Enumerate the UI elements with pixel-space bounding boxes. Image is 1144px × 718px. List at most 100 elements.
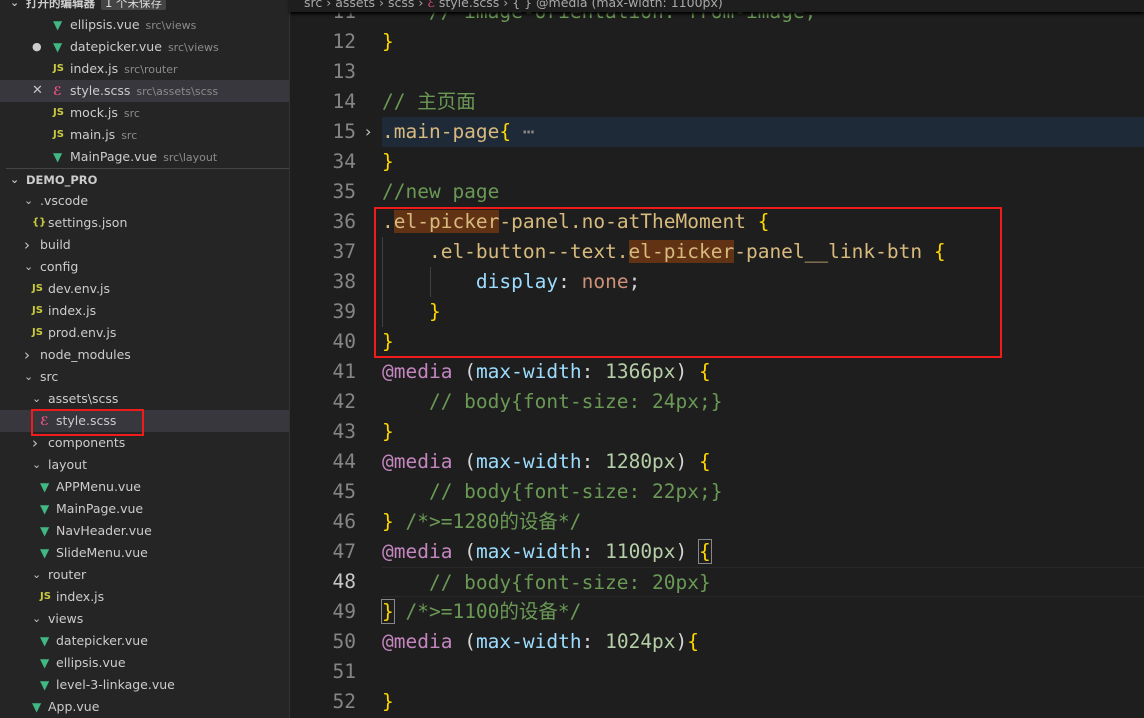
code-token: { (698, 539, 712, 564)
code-line[interactable]: .main-page{ ⋯ (382, 117, 1144, 147)
tree-item[interactable]: ▼ APPMenu.vue (0, 476, 289, 498)
tree-item[interactable]: ▼ SlideMenu.vue (0, 542, 289, 564)
open-editor-item[interactable]: JS mock.js src (0, 102, 289, 124)
line-number: 37 (332, 240, 356, 263)
code-token: @media (382, 360, 453, 383)
code-token: : (581, 360, 606, 383)
code-line[interactable] (382, 657, 1144, 687)
open-editor-item[interactable]: ● ▼ datepicker.vue src\views (0, 36, 289, 58)
tree-item[interactable]: JS dev.env.js (0, 278, 289, 300)
tree-item-label: layout (48, 457, 88, 472)
file-path: src (121, 129, 138, 142)
tree-item[interactable]: ⌄ router (0, 564, 289, 586)
tree-item[interactable]: JS index.js (0, 300, 289, 322)
code-line[interactable]: //new page (382, 177, 1144, 207)
file-path: src\assets\scss (136, 85, 219, 98)
js-file-icon: JS (32, 305, 43, 316)
tree-item-label: APPMenu.vue (56, 479, 141, 494)
open-editor-item[interactable]: ▼ MainPage.vue src\layout (0, 146, 289, 168)
code-editor[interactable]: 11 // image-orientation: from-image;12}1… (290, 0, 1144, 718)
file-path: src\views (167, 41, 219, 54)
tree-item[interactable]: ▼ ellipsis.vue (0, 652, 289, 674)
file-name: ellipsis.vue src\views (70, 14, 196, 37)
line-number: 49 (332, 600, 356, 623)
line-number: 47 (332, 540, 356, 563)
breadcrumb-item[interactable]: assets (335, 0, 375, 10)
tree-item[interactable]: ⌄ layout (0, 454, 289, 476)
open-editors-title: 打开的编辑器 (26, 0, 95, 10)
code-line[interactable]: @media (max-width: 1366px) { (382, 357, 1144, 387)
tree-item[interactable]: ⌄ assets\scss (0, 388, 289, 410)
breadcrumb-item[interactable]: { } @media (max-width: 1100px) (512, 0, 723, 10)
tree-item[interactable]: ⌄ src (0, 366, 289, 388)
breadcrumb-item[interactable]: src (304, 0, 322, 10)
code-line[interactable]: } (382, 27, 1144, 57)
explorer-sidebar: ⌄ 打开的编辑器 1 个未保存 ▼ ellipsis.vue src\views ● ▼ d… (0, 0, 290, 718)
tree-item-label: .vscode (40, 193, 89, 208)
vue-file-icon: ▼ (40, 678, 50, 692)
code-line[interactable]: } /*>=1280的设备*/ (382, 507, 1144, 537)
tree-item-label: router (48, 567, 87, 582)
json-file-icon: {} (32, 217, 47, 228)
tree-item[interactable]: ▼ App.vue (0, 696, 289, 718)
code-line[interactable]: // body{font-size: 20px} (382, 567, 1144, 597)
tree-item[interactable]: ⌄ .vscode (0, 190, 289, 212)
breadcrumb-item[interactable]: style.scss (439, 0, 499, 10)
code-line[interactable] (382, 57, 1144, 87)
js-file-icon: JS (40, 591, 51, 602)
tree-item[interactable]: ▼ MainPage.vue (0, 498, 289, 520)
code-line[interactable]: @media (max-width: 1280px) { (382, 447, 1144, 477)
line-number: 52 (332, 690, 356, 713)
project-header[interactable]: ⌄ DEMO_PRO (0, 169, 289, 191)
code-token: // body{font-size: 24px;} (382, 390, 723, 413)
tree-item[interactable]: ▼ NavHeader.vue (0, 520, 289, 542)
tree-item[interactable]: › node_modules (0, 344, 289, 366)
open-editor-item[interactable]: ✕ ℰstyle.scss src\assets\scss (0, 80, 289, 102)
code-token: max-width (475, 360, 582, 383)
tree-item[interactable]: › build (0, 234, 289, 256)
line-number: 13 (332, 60, 356, 83)
code-line[interactable]: // 主页面 (382, 87, 1144, 117)
code-line[interactable]: @media (max-width: 1100px) { (382, 537, 1144, 567)
code-token: : (581, 630, 606, 653)
tree-item[interactable]: ⌄ config (0, 256, 289, 278)
code-token: 1366px (605, 360, 676, 383)
code-line[interactable]: // body{font-size: 22px;} (382, 477, 1144, 507)
fold-chevron-icon[interactable]: › (365, 117, 371, 147)
code-line[interactable]: } /*>=1100的设备*/ (381, 597, 1144, 627)
code-token: //new page (382, 180, 500, 203)
line-number: 50 (332, 630, 356, 653)
code-line[interactable]: } (382, 147, 1144, 177)
tree-item[interactable]: ▼ level-3-linkage.vue (0, 674, 289, 696)
code-token: ( (452, 450, 476, 473)
unsaved-dot-icon[interactable]: ● (32, 36, 42, 58)
open-editor-item[interactable]: JS main.js src (0, 124, 289, 146)
chevron-right-icon: › (414, 0, 428, 10)
chevron-down-icon: ⌄ (10, 0, 20, 9)
code-token: max-width (475, 630, 582, 653)
tree-item-label: index.js (48, 303, 97, 318)
code-line[interactable]: } (382, 417, 1144, 447)
code-token: { (499, 120, 512, 143)
tree-item[interactable]: ⌄ views (0, 608, 289, 630)
code-line[interactable]: // body{font-size: 24px;} (382, 387, 1144, 417)
js-file-icon: JS (32, 327, 43, 338)
line-number: 14 (332, 90, 356, 113)
file-name: index.js src\router (70, 58, 178, 81)
code-token: /*>=1280的设备*/ (393, 510, 582, 533)
open-editor-item[interactable]: ▼ ellipsis.vue src\views (0, 14, 289, 36)
open-editors-header[interactable]: ⌄ 打开的编辑器 1 个未保存 (0, 0, 289, 14)
chevron-down-icon: ⌄ (24, 260, 34, 273)
file-label: ellipsis.vue (70, 17, 140, 32)
tree-item-label: node_modules (40, 347, 131, 362)
open-editor-item[interactable]: JS index.js src\router (0, 58, 289, 80)
tree-item[interactable]: JS prod.env.js (0, 322, 289, 344)
tree-item[interactable]: JS index.js (0, 586, 289, 608)
code-line[interactable]: @media (max-width: 1024px){ (382, 627, 1144, 657)
tree-item[interactable]: ▼ datepicker.vue (0, 630, 289, 652)
close-icon[interactable]: ✕ (32, 80, 43, 102)
breadcrumb-item[interactable]: scss (388, 0, 414, 10)
chevron-down-icon: ⌄ (24, 194, 34, 207)
code-line[interactable]: } (382, 687, 1144, 717)
tree-item[interactable]: {} settings.json (0, 212, 289, 234)
